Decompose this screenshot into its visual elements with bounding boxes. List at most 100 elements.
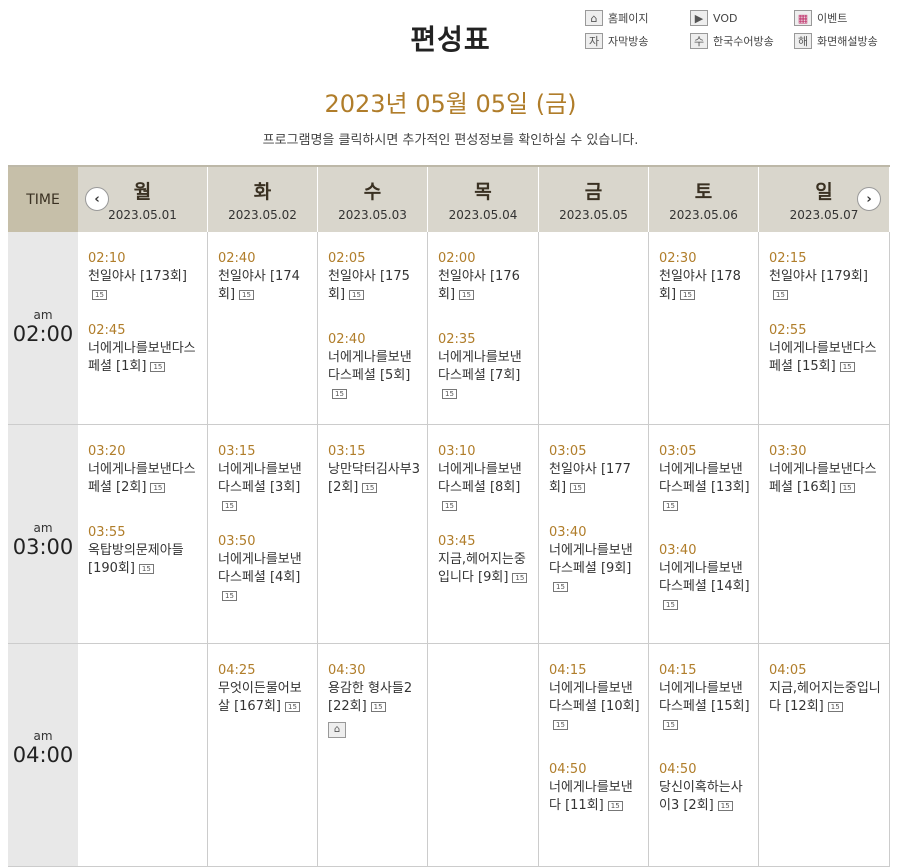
program-item[interactable]: 03:15 낭만닥터김사부3 [2회] 15: [328, 443, 420, 497]
program-title[interactable]: 너에게나를보낸다스페셜 [16회]: [769, 462, 877, 495]
rating-badge: 15: [222, 590, 237, 601]
program-item[interactable]: 02:40 너에게나를보낸다스페셜 [5회] 15: [328, 331, 420, 403]
program-time: 04:15: [549, 663, 587, 678]
legend-sign-language: 수 한국수어방송: [690, 33, 774, 49]
day-header: 수 2023.05.03: [318, 167, 428, 232]
program-item[interactable]: 03:05 너에게나를보낸다스페셜 [13회] 15: [659, 443, 751, 515]
program-item[interactable]: 02:30 천일야사 [178회] 15: [659, 250, 751, 304]
hour-label: 02:00: [12, 322, 74, 346]
rating-badge: 15: [222, 500, 237, 511]
program-title[interactable]: 너에게나를보낸다스페셜 [9회]: [549, 543, 633, 576]
day-date: 2023.05.06: [669, 208, 738, 222]
program-item[interactable]: 03:30 너에게나를보낸다스페셜 [16회] 15: [769, 443, 882, 497]
rating-badge: 15: [570, 482, 585, 493]
program-title[interactable]: 너에게나를보낸다스페셜 [14회]: [659, 561, 750, 594]
program-item[interactable]: 03:10 너에게나를보낸다스페셜 [8회] 15: [438, 443, 531, 515]
vod-icon: ▶: [690, 10, 708, 26]
instruction-text: 프로그램명을 클릭하시면 추가적인 편성정보를 확인하실 수 있습니다.: [262, 133, 639, 148]
program-title[interactable]: 너에게나를보낸다스페셜 [7회]: [438, 350, 522, 383]
rating-badge: 15: [717, 800, 733, 811]
program-title[interactable]: 천일야사 [178회]: [659, 269, 741, 302]
day-header: 목 2023.05.04: [428, 167, 539, 232]
program-title[interactable]: 너에게나를보낸다스페셜 [13회]: [659, 462, 750, 495]
program-item[interactable]: 04:50 당신이혹하는사이3 [2회] 15: [659, 761, 751, 815]
program-item[interactable]: 02:05 천일야사 [175회] 15: [328, 250, 420, 304]
legend-vod: ▶ VOD: [690, 10, 737, 26]
program-item[interactable]: 02:40 천일야사 [174회] 15: [218, 250, 310, 304]
program-item[interactable]: 04:15 너에게나를보낸다스페셜 [15회] 15: [659, 662, 751, 734]
sign-language-icon: 수: [690, 33, 708, 49]
current-date: 2023년 05월 05일 (금): [324, 90, 577, 118]
program-time: 02:40: [328, 332, 366, 347]
program-item[interactable]: 02:15 천일야사 [179회] 15: [769, 250, 882, 304]
program-item[interactable]: 02:45 너에게나를보낸다스페셜 [1회] 15: [88, 322, 200, 376]
program-time: 03:30: [769, 444, 807, 459]
program-item[interactable]: 03:20 너에게나를보낸다스페셜 [2회] 15: [88, 443, 200, 497]
schedule-cell: 04:15 너에게나를보낸다스페셜 [10회] 15 04:50 너에게나를보낸다 [1…: [539, 644, 649, 867]
prev-week-button[interactable]: ‹: [85, 187, 109, 211]
program-item[interactable]: 03:15 너에게나를보낸다스페셜 [3회] 15: [218, 443, 310, 515]
program-item[interactable]: 03:55 옥탑방의문제아들 [190회] 15: [88, 524, 200, 578]
program-item[interactable]: 02:10 천일야사 [173회] 15: [88, 250, 200, 304]
rating-badge: 15: [239, 289, 254, 300]
program-title[interactable]: 너에게나를보낸다스페셜 [4회]: [218, 552, 302, 585]
program-title[interactable]: 옥탑방의문제아들 [190회]: [88, 543, 184, 576]
audio-description-icon: 해: [794, 33, 812, 49]
program-title[interactable]: 천일야사 [174회]: [218, 269, 300, 302]
program-title[interactable]: 너에게나를보낸다스페셜 [15회]: [659, 681, 750, 714]
program-item[interactable]: 04:50 너에게나를보낸다 [11회] 15: [549, 761, 641, 815]
day-header: 화 2023.05.02: [208, 167, 318, 232]
schedule-cell: 04:25 무엇이든물어보살 [167회] 15: [208, 644, 318, 867]
program-item[interactable]: 03:05 천일야사 [177회] 15: [549, 443, 641, 497]
program-item[interactable]: 02:55 너에게나를보낸다스페셜 [15회] 15: [769, 322, 882, 376]
program-item[interactable]: 03:50 너에게나를보낸다스페셜 [4회] 15: [218, 533, 310, 605]
program-item[interactable]: 04:30 용감한 형사들2 [22회] 15 ⌂: [328, 662, 420, 738]
program-time: 03:05: [659, 444, 697, 459]
program-title[interactable]: 천일야사 [176회]: [438, 269, 520, 302]
program-item[interactable]: 02:00 천일야사 [176회] 15: [438, 250, 531, 304]
schedule-cell: 03:10 너에게나를보낸다스페셜 [8회]15 03:45 지금,헤어지는중입니다 …: [428, 425, 539, 644]
schedule-cell: [78, 644, 208, 867]
schedule-cell: 02:00 천일야사 [176회] 15 02:35 너에게나를보낸다스페셜 [7회]1…: [428, 232, 539, 425]
schedule-cell: 03:05 천일야사 [177회] 15 03:40 너에게나를보낸다스페셜 [9회]1…: [539, 425, 649, 644]
schedule-cell: 03:20 너에게나를보낸다스페셜 [2회] 15 03:55 옥탑방의문제아들 [19…: [78, 425, 208, 644]
schedule-cell: [539, 232, 649, 425]
schedule-cell: 03:30 너에게나를보낸다스페셜 [16회] 15: [759, 425, 890, 644]
program-title[interactable]: 너에게나를보낸다스페셜 [2회]: [88, 462, 196, 495]
next-week-button[interactable]: ›: [857, 187, 881, 211]
program-title[interactable]: 천일야사 [173회]: [88, 269, 187, 284]
rating-badge: 15: [839, 361, 855, 372]
day-date: 2023.05.02: [228, 208, 297, 222]
program-item[interactable]: 02:35 너에게나를보낸다스페셜 [7회] 15: [438, 331, 531, 403]
program-title[interactable]: 너에게나를보낸다스페셜 [5회]: [328, 350, 412, 383]
program-item[interactable]: 03:40 너에게나를보낸다스페셜 [9회] 15: [549, 524, 641, 596]
home-icon[interactable]: ⌂: [328, 722, 346, 738]
program-item[interactable]: 03:40 너에게나를보낸다스페셜 [14회] 15: [659, 542, 751, 614]
program-time: 02:10: [88, 251, 126, 266]
program-title[interactable]: 너에게나를보낸다스페셜 [8회]: [438, 462, 522, 495]
program-title[interactable]: 너에게나를보낸다스페셜 [10회]: [549, 681, 640, 714]
program-title[interactable]: 천일야사 [179회]: [769, 269, 868, 284]
program-title[interactable]: 너에게나를보낸다스페셜 [15회]: [769, 341, 877, 374]
ampm-label: am: [33, 308, 53, 322]
program-title[interactable]: 천일야사 [177회]: [549, 462, 631, 495]
program-title[interactable]: 너에게나를보낸다스페셜 [3회]: [218, 462, 302, 495]
ampm-label: am: [33, 521, 53, 535]
rating-badge: 15: [663, 719, 678, 730]
rating-badge: 15: [607, 800, 623, 811]
time-slot: am 02:00: [8, 232, 78, 425]
rating-badge: 15: [349, 289, 364, 300]
program-title[interactable]: 지금,헤어지는중입니다 [12회]: [769, 681, 881, 714]
schedule-cell: 03:05 너에게나를보낸다스페셜 [13회] 15 03:40 너에게나를보낸다스페셜…: [649, 425, 759, 644]
program-item[interactable]: 04:15 너에게나를보낸다스페셜 [10회] 15: [549, 662, 641, 734]
legend-label: 이벤트: [817, 12, 848, 25]
schedule-cell: 03:15 낭만닥터김사부3 [2회] 15: [318, 425, 428, 644]
program-title[interactable]: 천일야사 [175회]: [328, 269, 410, 302]
program-item[interactable]: 04:05 지금,헤어지는중입니다 [12회] 15: [769, 662, 882, 716]
program-time: 04:30: [328, 663, 366, 678]
program-title[interactable]: 너에게나를보낸다스페셜 [1회]: [88, 341, 196, 374]
legend-audio-description: 해 화면해설방송: [794, 33, 878, 49]
program-time: 03:20: [88, 444, 126, 459]
program-item[interactable]: 04:25 무엇이든물어보살 [167회] 15: [218, 662, 310, 716]
program-item[interactable]: 03:45 지금,헤어지는중입니다 [9회] 15: [438, 533, 531, 587]
